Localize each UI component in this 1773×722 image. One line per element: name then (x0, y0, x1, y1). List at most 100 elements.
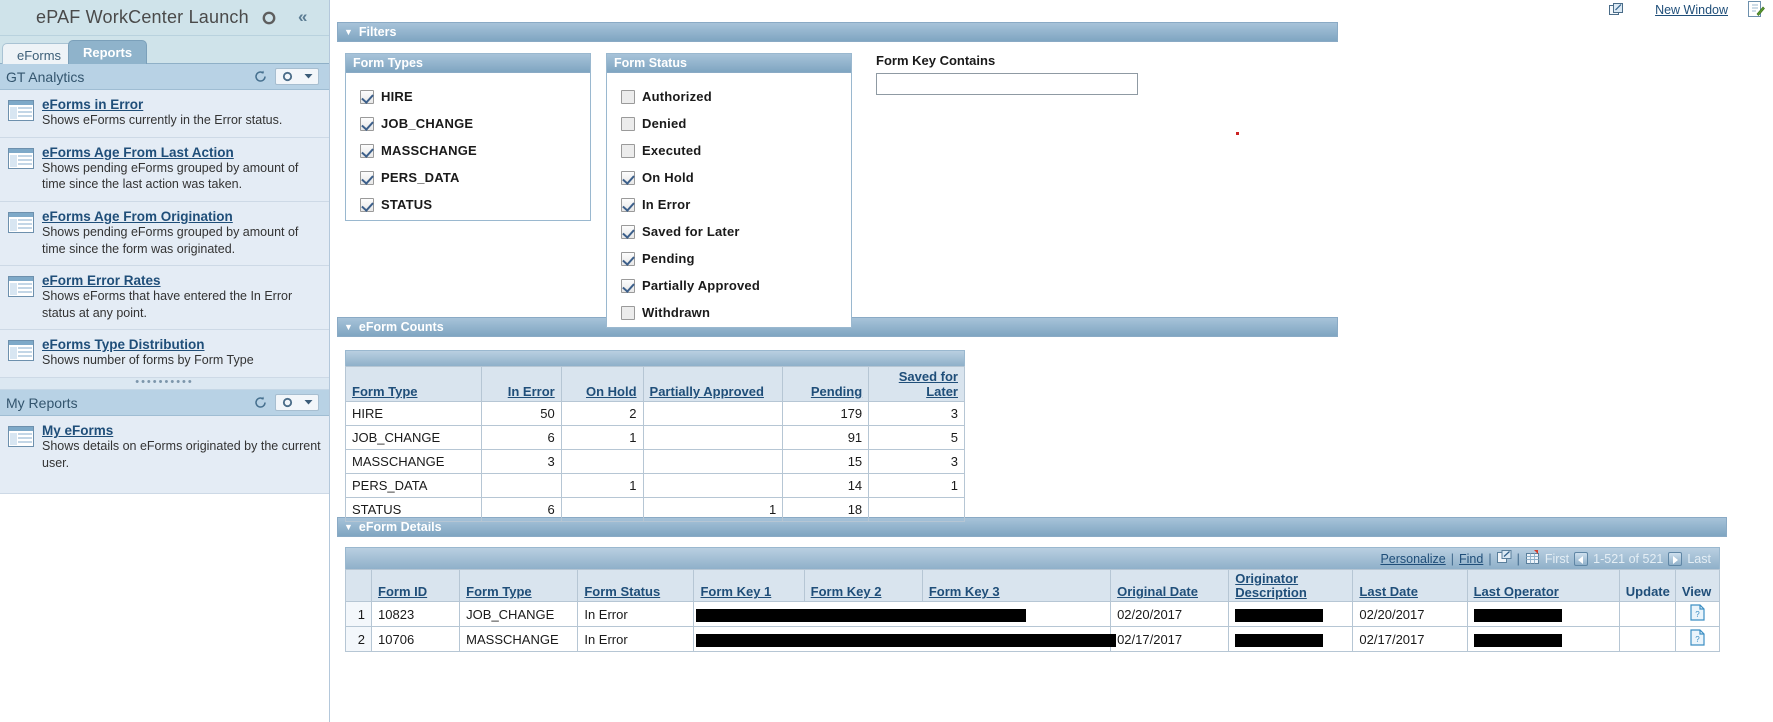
cell-view[interactable]: ? (1674, 601, 1721, 628)
checkbox-row[interactable]: STATUS (360, 191, 590, 218)
list-item[interactable]: eForm Error Rates Shows eForms that have… (0, 266, 329, 331)
col-form-status[interactable]: Form Status (577, 568, 695, 603)
checkbox-row[interactable]: PERS_DATA (360, 164, 590, 191)
report-icon (8, 147, 34, 169)
checkbox-job-change[interactable] (360, 116, 374, 131)
checkbox-authorized[interactable] (621, 89, 635, 104)
table-row: STATUS 6 1 18 (345, 497, 965, 522)
col-form-key-3[interactable]: Form Key 3 (921, 568, 1112, 603)
report-link[interactable]: eForms Type Distribution (42, 337, 254, 352)
table-row: PERS_DATA 1 14 1 (345, 473, 965, 498)
checkbox-row[interactable]: Partially Approved (621, 272, 851, 299)
checkbox-row[interactable]: Saved for Later (621, 218, 851, 245)
download-grid-icon[interactable] (1525, 549, 1540, 568)
cell-pending: 179 (782, 401, 870, 426)
redaction-bar (1473, 633, 1562, 647)
cell-view[interactable]: ? (1674, 626, 1721, 653)
checkbox-withdrawn[interactable] (621, 305, 635, 320)
checkbox-row[interactable]: In Error (621, 191, 851, 218)
checkbox-row[interactable]: Authorized (621, 83, 851, 110)
list-item[interactable]: eForms Type Distribution Shows number of… (0, 330, 329, 378)
refresh-icon[interactable] (254, 396, 267, 409)
col-form-id[interactable]: Form ID (371, 568, 461, 603)
first-page-label[interactable]: First (1545, 552, 1569, 566)
checkbox-row[interactable]: JOB_CHANGE (360, 110, 590, 137)
report-link[interactable]: eForms Age From Origination (42, 209, 321, 224)
checkbox-pers-data[interactable] (360, 170, 374, 185)
checkbox-label: On Hold (642, 170, 694, 185)
checkbox-status[interactable] (360, 197, 374, 212)
col-on-hold[interactable]: On Hold (560, 366, 644, 402)
list-item[interactable]: eForms Age From Origination Shows pendin… (0, 201, 329, 267)
previous-page-icon[interactable] (1574, 551, 1589, 566)
cell-form-type: MASSCHANGE (459, 626, 579, 653)
checkbox-row[interactable]: On Hold (621, 164, 851, 191)
checkbox-denied[interactable] (621, 116, 635, 131)
last-page-label[interactable]: Last (1687, 552, 1711, 566)
checkbox-row[interactable]: MASSCHANGE (360, 137, 590, 164)
list-item[interactable]: eForms in Error Shows eForms currently i… (0, 90, 329, 138)
chevron-down-icon (304, 74, 312, 79)
checkbox-row[interactable]: Withdrawn (621, 299, 851, 326)
refresh-icon[interactable] (254, 70, 267, 83)
checkbox-row[interactable]: Pending (621, 245, 851, 272)
checkbox-partially-approved[interactable] (621, 278, 635, 293)
checkbox-row[interactable]: HIRE (360, 83, 590, 110)
checkbox-row[interactable]: Denied (621, 110, 851, 137)
col-saved-for-later[interactable]: Saved for Later (868, 366, 965, 402)
col-pending[interactable]: Pending (782, 366, 870, 402)
edit-page-icon[interactable] (1748, 1, 1765, 18)
col-form-type[interactable]: Form Type (345, 366, 482, 402)
form-key-contains-input[interactable] (876, 73, 1138, 95)
col-last-operator[interactable]: Last Operator (1466, 568, 1620, 603)
gear-icon (282, 71, 292, 82)
new-window-icon[interactable] (1609, 3, 1623, 16)
personalize-link[interactable]: Personalize (1380, 552, 1445, 566)
export-excel-icon[interactable] (1496, 550, 1512, 567)
col-partially-approved[interactable]: Partially Approved (642, 366, 784, 402)
collapse-sidebar-icon[interactable]: « (298, 8, 307, 25)
report-link[interactable]: eForms Age From Last Action (42, 145, 321, 160)
checkbox-hire[interactable] (360, 89, 374, 104)
report-link[interactable]: eForm Error Rates (42, 273, 321, 288)
col-update: Update (1618, 568, 1676, 603)
col-originator-description[interactable]: Originator Description (1228, 568, 1354, 603)
form-types-panel: Form Types HIRE JOB_CHANGE MASSCHANGE PE… (345, 53, 591, 221)
col-form-type[interactable]: Form Type (459, 568, 579, 603)
tab-reports[interactable]: Reports (68, 40, 148, 65)
gear-icon[interactable] (262, 11, 276, 25)
checkbox-pending[interactable] (621, 251, 635, 266)
report-link[interactable]: eForms in Error (42, 97, 282, 112)
new-window-link[interactable]: New Window (1655, 3, 1728, 17)
col-in-error[interactable]: In Error (480, 366, 562, 402)
collapse-caret-icon: ▼ (344, 27, 353, 37)
details-grid-navbar: Personalize | Find | | First 1-521 of 52… (345, 547, 1720, 569)
checkbox-row[interactable]: Executed (621, 137, 851, 164)
group-resize-handle[interactable]: •••••••••• (0, 377, 329, 390)
find-link[interactable]: Find (1459, 552, 1483, 566)
report-description: Shows eForms currently in the Error stat… (42, 113, 283, 127)
checkbox-executed[interactable] (621, 143, 635, 158)
tab-eforms[interactable]: eForms (2, 43, 77, 65)
view-form-icon[interactable]: ? (1690, 629, 1705, 649)
report-icon (8, 100, 34, 121)
col-original-date[interactable]: Original Date (1110, 568, 1230, 603)
view-form-icon[interactable]: ? (1690, 604, 1705, 624)
checkbox-in-error[interactable] (621, 197, 635, 212)
group-actions-menu[interactable] (275, 68, 319, 85)
section-header-filters[interactable]: ▼ Filters (337, 22, 1338, 42)
checkbox-on-hold[interactable] (621, 170, 635, 185)
checkbox-saved-for-later[interactable] (621, 224, 635, 239)
col-form-key-2[interactable]: Form Key 2 (803, 568, 923, 603)
svg-text:?: ? (1695, 635, 1700, 644)
cell-form-status: In Error (577, 626, 695, 653)
group-actions-menu[interactable] (275, 394, 319, 411)
table-row: JOB_CHANGE 6 1 91 5 (345, 425, 965, 450)
col-last-date[interactable]: Last Date (1352, 568, 1468, 603)
list-item[interactable]: My eForms Shows details on eForms origin… (0, 416, 329, 495)
report-link[interactable]: My eForms (42, 423, 321, 438)
col-form-key-1[interactable]: Form Key 1 (693, 568, 805, 603)
list-item[interactable]: eForms Age From Last Action Shows pendin… (0, 137, 329, 202)
next-page-icon[interactable] (1668, 551, 1683, 566)
checkbox-masschange[interactable] (360, 143, 374, 158)
